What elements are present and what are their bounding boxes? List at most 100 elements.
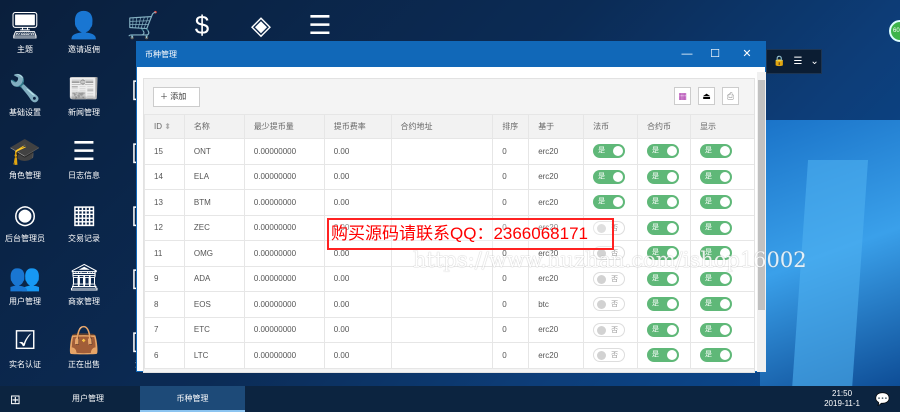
contract-toggle[interactable]: 是 <box>647 271 680 286</box>
desktop-icon[interactable]: $ <box>173 8 231 44</box>
column-header[interactable]: ID ⬍ <box>144 114 185 139</box>
fiat-toggle[interactable]: 否 <box>593 322 626 337</box>
cell-min: 0.00000000 <box>243 189 325 216</box>
fiat-toggle[interactable]: 否 <box>593 348 626 363</box>
cell-addr <box>390 342 494 369</box>
cell-name: LTC <box>183 342 245 369</box>
fiat-toggle[interactable]: 是 <box>593 169 626 184</box>
windows-start-icon[interactable]: ⊞ <box>10 392 24 407</box>
show-toggle[interactable]: 是 <box>700 271 732 286</box>
table-row: 14 ELA 0.00000000 0.00 0 erc20 是 是 是 <box>144 163 754 190</box>
show-toggle[interactable]: 是 <box>700 348 732 363</box>
plus-icon: ＋ <box>160 92 168 101</box>
contract-toggle[interactable]: 是 <box>647 169 680 184</box>
cell-addr <box>390 163 494 190</box>
logo-icon: ◈ <box>251 10 271 40</box>
avatar[interactable]: 60 <box>889 20 900 42</box>
cell-min: 0.00000000 <box>243 316 325 343</box>
clock[interactable]: 21:50 2019-11-1 <box>824 389 860 409</box>
cell-fee: 0.00 <box>323 163 392 190</box>
clock-date: 2019-11-1 <box>824 399 860 408</box>
column-header: 排序 <box>492 114 530 139</box>
desktop-icon[interactable]: 👤 邀请返佣 <box>55 8 113 55</box>
close-icon[interactable]: ✕ <box>735 42 759 67</box>
cell-name: BTM <box>183 189 245 216</box>
cell-id: 15 <box>144 138 185 165</box>
desktop-icon-label: 基础设置 <box>9 108 41 117</box>
fiat-toggle[interactable]: 否 <box>593 297 626 312</box>
desktop-icon[interactable]: 👜 正在出售 <box>55 323 113 370</box>
cell-contract: 是 <box>637 189 691 216</box>
cell-min: 0.00000000 <box>243 291 325 318</box>
taskbar-task-users[interactable]: 用户管理 <box>36 386 140 412</box>
cell-fiat: 是 <box>583 163 639 190</box>
desktop-icon[interactable]: ☰ <box>291 8 349 44</box>
cell-min: 0.00000000 <box>243 240 325 267</box>
watermark-url: https://www.huzhan.com/ishop16002 <box>413 248 807 272</box>
column-header: 基于 <box>528 114 585 139</box>
column-header-label: 显示 <box>700 122 716 131</box>
contract-toggle[interactable]: 是 <box>647 195 680 210</box>
cell-name: ONT <box>183 138 245 165</box>
desktop-icon[interactable]: ◈ <box>232 8 290 44</box>
checkbox-icon: ☑ <box>13 325 37 355</box>
show-toggle[interactable]: 是 <box>700 144 732 159</box>
desktop-icon-label: 邀请返佣 <box>68 45 100 54</box>
tray-toolbar: 🔒 ☰ ⌄ <box>766 49 822 74</box>
columns-icon[interactable]: ▦ <box>674 87 691 105</box>
cell-base: erc20 <box>528 163 585 190</box>
desktop-icon[interactable]: ◉ 后台管理员 <box>0 197 54 244</box>
desktop-icon[interactable]: 🏛 商家管理 <box>55 260 113 307</box>
cell-contract: 是 <box>637 316 691 343</box>
cell-name: EOS <box>183 291 245 318</box>
show-toggle[interactable]: 是 <box>700 297 732 312</box>
scrollbar[interactable] <box>757 72 766 372</box>
cell-sort: 0 <box>492 163 530 190</box>
export-icon[interactable]: ⏏ <box>698 87 715 105</box>
contract-toggle[interactable]: 是 <box>647 322 680 337</box>
show-toggle[interactable]: 是 <box>700 169 732 184</box>
cell-contract: 是 <box>637 163 691 190</box>
scrollbar-thumb[interactable] <box>758 80 765 310</box>
currency-management-window: 币种管理 — ☐ ✕ ＋ 添加 ▦ ⏏ ⎙ ID ⬍ 名称 最少提币量 提币费率 合约地… <box>136 41 766 373</box>
lock-icon[interactable]: 🔒 <box>773 56 785 67</box>
sort-icon[interactable]: ⬍ <box>164 122 171 131</box>
contract-toggle[interactable]: 是 <box>647 297 680 312</box>
cell-fee: 0.00 <box>323 138 392 165</box>
user-add-icon: 👤 <box>67 10 101 40</box>
cell-name: ADA <box>183 265 245 292</box>
taskbar-task-currency[interactable]: 币种管理 <box>140 386 245 412</box>
desktop-icon[interactable]: ☑ 实名认证 <box>0 323 54 370</box>
fiat-toggle[interactable]: 是 <box>593 195 626 210</box>
table-row: 7 ETC 0.00000000 0.00 0 erc20 否 是 是 <box>144 316 754 343</box>
contract-toggle[interactable]: 是 <box>647 220 680 235</box>
desktop-icon[interactable]: 🎓 角色管理 <box>0 134 54 181</box>
desktop-icon[interactable]: ☰ 日志信息 <box>55 134 113 181</box>
cell-min: 0.00000000 <box>243 265 325 292</box>
desktop-icon[interactable]: 🖥 主题 <box>0 8 54 55</box>
contract-toggle[interactable]: 是 <box>647 144 680 159</box>
print-icon[interactable]: ⎙ <box>722 87 739 105</box>
desktop-icon[interactable]: 📰 新闻管理 <box>55 71 113 118</box>
column-header-label: 合约币 <box>647 122 672 131</box>
cell-id: 7 <box>144 316 185 343</box>
menu-icon[interactable]: ☰ <box>793 56 802 67</box>
desktop-icon[interactable]: 🔧 基础设置 <box>0 71 54 118</box>
show-toggle[interactable]: 是 <box>700 322 732 337</box>
contract-toggle[interactable]: 是 <box>647 348 680 363</box>
show-toggle[interactable]: 是 <box>700 220 732 235</box>
maximize-icon[interactable]: ☐ <box>703 42 727 67</box>
desktop-icon[interactable]: ▦ 交易记录 <box>55 197 113 244</box>
fiat-toggle[interactable]: 是 <box>593 144 626 159</box>
desktop-icon[interactable]: 👥 用户管理 <box>0 260 54 307</box>
window-titlebar[interactable]: 币种管理 — ☐ ✕ <box>137 42 765 67</box>
chevron-down-icon[interactable]: ⌄ <box>810 56 818 67</box>
column-header: 名称 <box>183 114 245 139</box>
notification-icon[interactable]: 💬 <box>875 392 890 406</box>
bank-icon: 🏛 <box>67 262 101 292</box>
minimize-icon[interactable]: — <box>675 42 699 67</box>
cell-id: 14 <box>144 163 185 190</box>
show-toggle[interactable]: 是 <box>700 195 732 210</box>
add-button[interactable]: ＋ 添加 <box>153 87 200 107</box>
fiat-toggle[interactable]: 否 <box>593 271 626 286</box>
